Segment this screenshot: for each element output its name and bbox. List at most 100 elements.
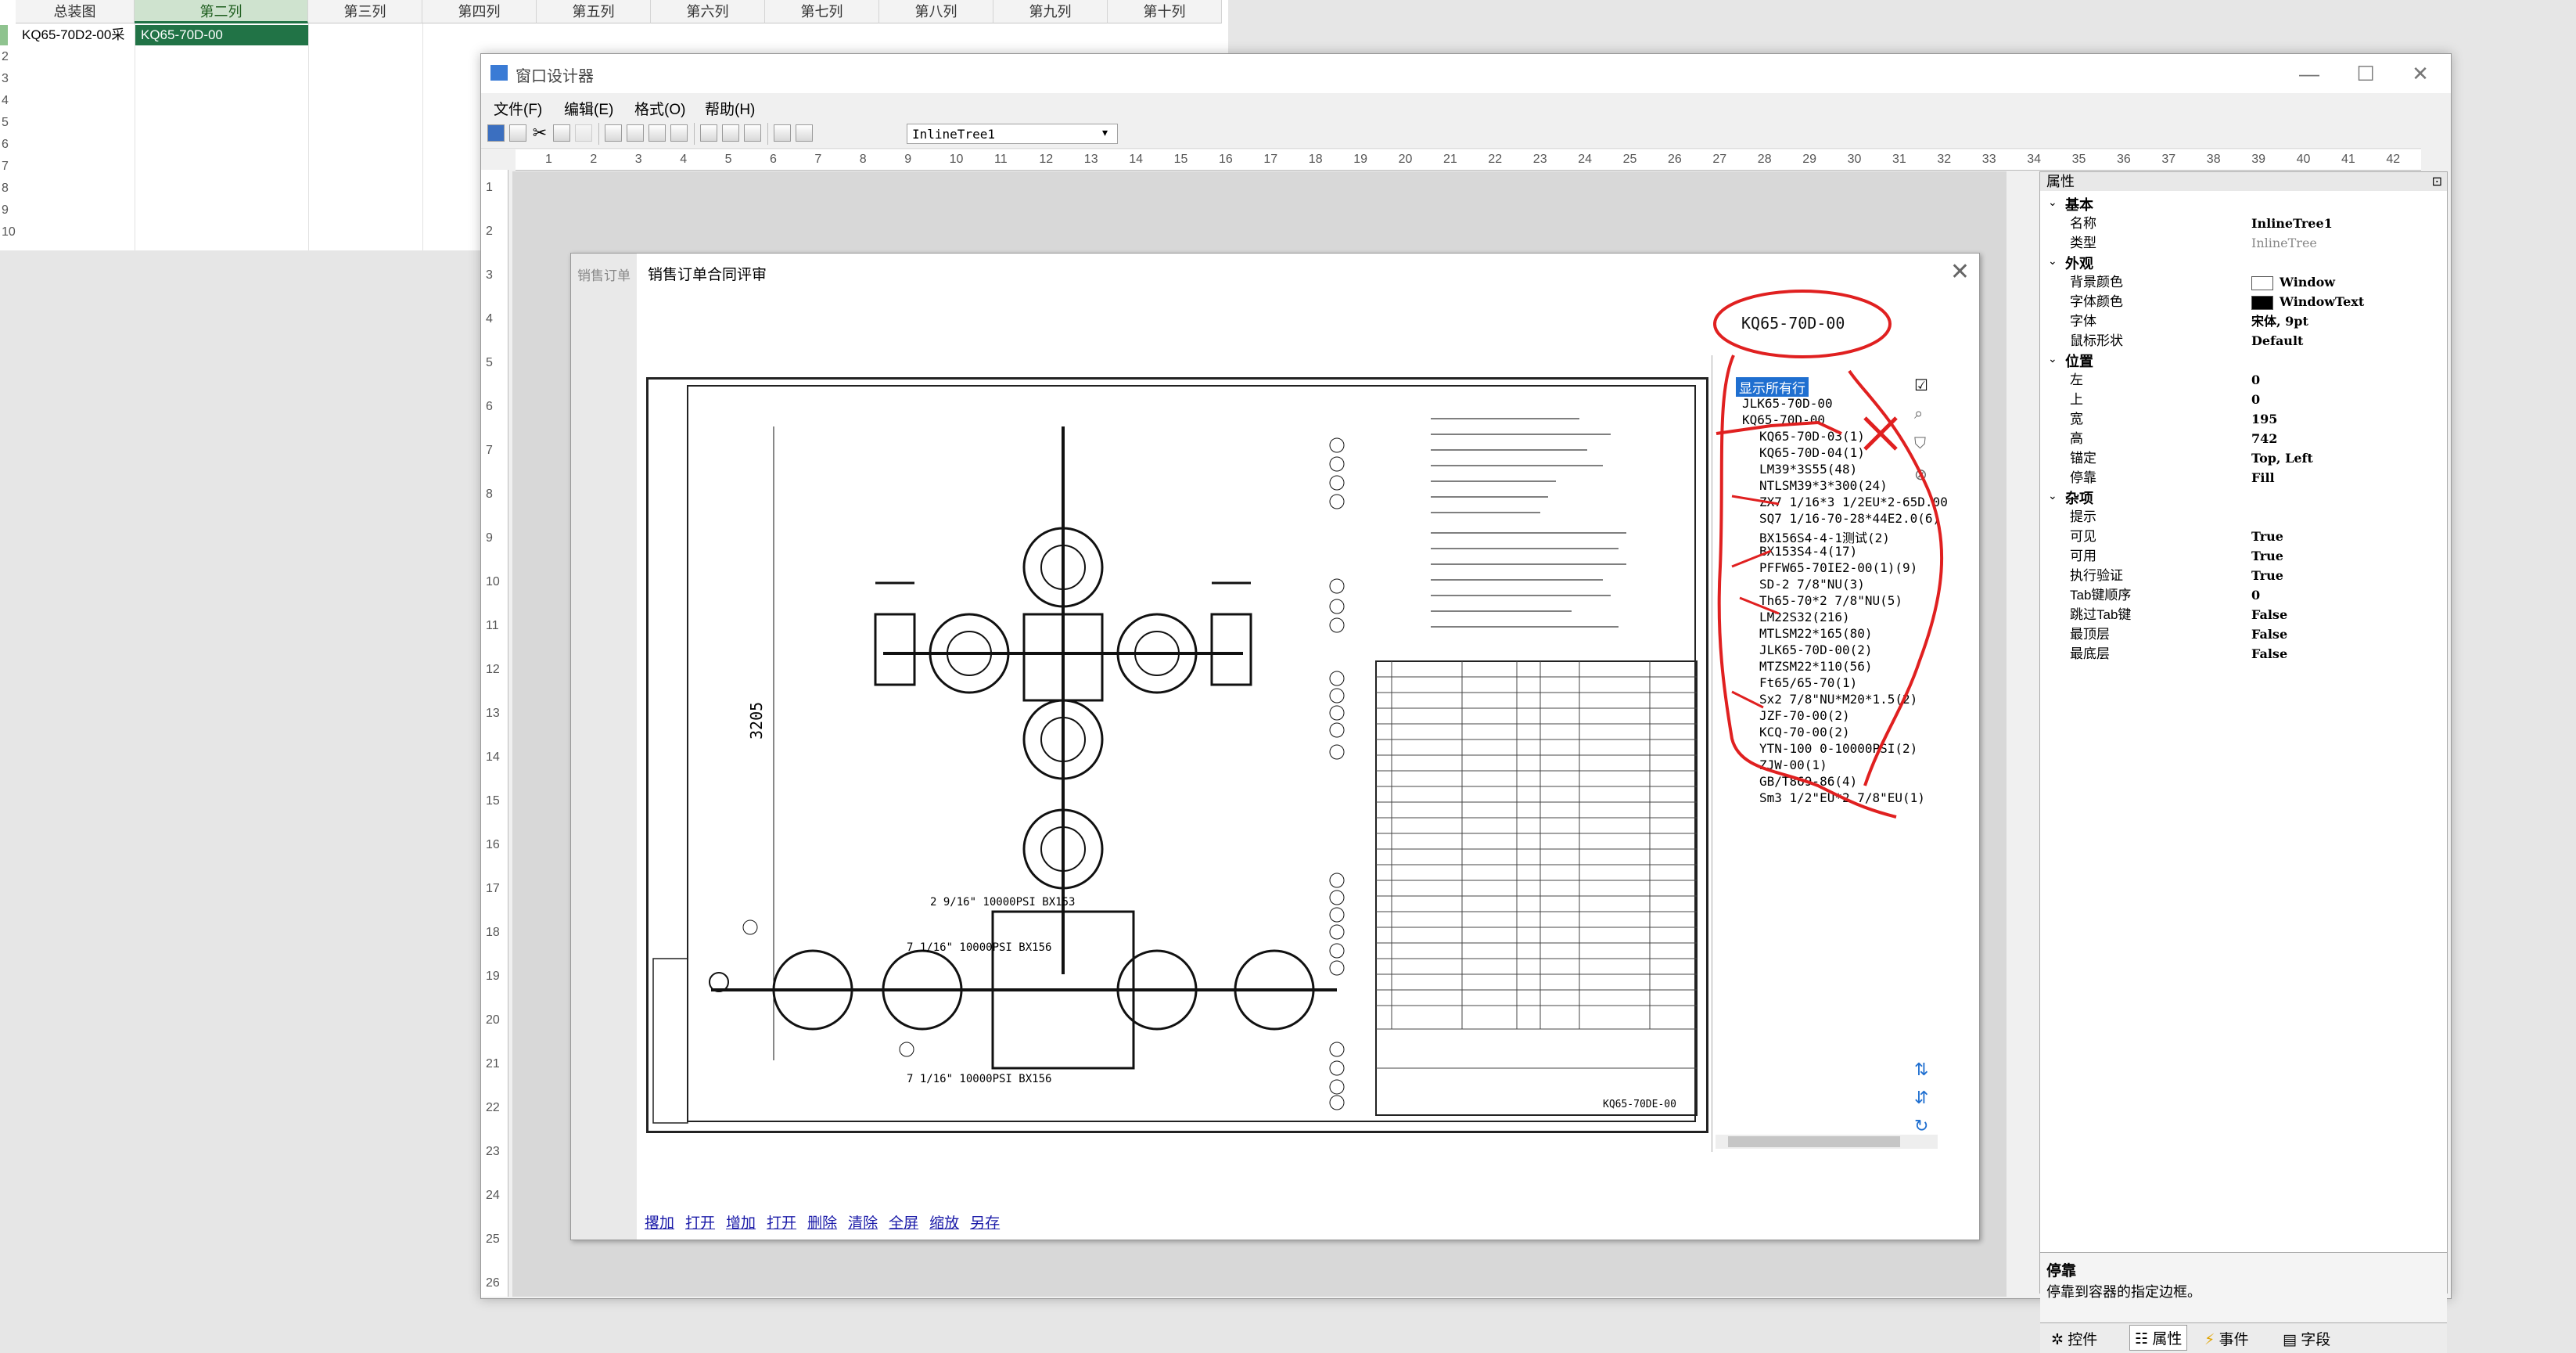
design-canvas[interactable]: 销售订单 销售订单合同评审 ✕ 3205 2 9/16" 10000PSI BX… [512,171,2007,1297]
align-bottom-icon[interactable] [670,124,688,142]
scrollbar-thumb[interactable] [1728,1136,1900,1147]
contract-review-dialog[interactable]: 销售订单合同评审 ✕ 3205 2 9/16" 10000PSI BX153 7… [637,254,1979,1240]
center-horizontal-icon[interactable] [796,124,813,142]
property-value[interactable]: True [2251,527,2283,546]
property-category[interactable]: 位置 [2040,351,2447,370]
paste-icon[interactable] [575,124,592,142]
cell-b1[interactable]: KQ65-70D-00 [135,25,308,45]
column-header[interactable]: 第五列 [537,0,651,23]
same-width-icon[interactable] [700,124,717,142]
row-selector[interactable] [0,25,8,45]
close-button[interactable]: ✕ [2407,60,2434,87]
designed-form[interactable]: 销售订单 销售订单合同评审 ✕ 3205 2 9/16" 10000PSI BX… [570,253,1980,1240]
pin-icon[interactable]: ⊡ [2432,174,2442,189]
collapse-icon[interactable]: ⌄ [2048,254,2057,268]
sort-ascending-icon[interactable]: ⇅ [1914,1060,1928,1080]
property-row[interactable]: 跳过Tab键 False [2040,605,2447,624]
property-row[interactable]: Tab键顺序 0 [2040,585,2447,605]
row-header[interactable]: 3 [0,69,16,89]
collapse-icon[interactable]: ⌄ [2048,196,2057,209]
link-add[interactable]: 增加 [726,1215,756,1232]
sort-descending-icon[interactable]: ⇵ [1914,1088,1928,1108]
column-header[interactable]: 第二列 [135,0,308,23]
property-row[interactable]: 类型 InlineTree [2040,233,2447,253]
column-header[interactable]: 总装图 [16,0,135,23]
property-value[interactable]: Top, Left [2251,448,2313,468]
column-header[interactable]: 第七列 [765,0,879,23]
collapse-icon[interactable]: ⌄ [2048,352,2057,365]
property-row[interactable]: 可见 True [2040,527,2447,546]
property-row[interactable]: 最顶层 False [2040,624,2447,644]
property-row[interactable]: 鼠标形状 Default [2040,331,2447,351]
property-value[interactable]: False [2251,644,2287,664]
link-add-ghost[interactable]: 撂加 [645,1215,674,1232]
link-fullscreen[interactable]: 全屏 [889,1215,918,1232]
cell-a1[interactable]: KQ65-70D2-00采 [16,25,135,45]
link-open-ghost[interactable]: 打开 [685,1215,715,1232]
link-clear[interactable]: 清除 [848,1215,878,1232]
property-value[interactable]: Fill [2251,468,2275,488]
property-value[interactable]: Default [2251,331,2303,351]
property-value[interactable]: InlineTree [2251,233,2317,253]
chevron-down-icon[interactable]: ▾ [1102,126,1108,139]
property-row[interactable]: 名称 InlineTree1 [2040,214,2447,233]
property-row[interactable]: 左0 [2040,370,2447,390]
property-row[interactable]: 最底层 False [2040,644,2447,664]
property-value[interactable]: 0 [2251,370,2260,390]
property-row[interactable]: 背景颜色 Window [2040,272,2447,292]
row-header[interactable]: 7 [0,157,16,177]
align-left-icon[interactable] [605,124,622,142]
row-header[interactable]: 9 [0,200,16,221]
link-open[interactable]: 打开 [767,1215,796,1232]
property-row[interactable]: 字体颜色 WindowText [2040,292,2447,311]
property-row[interactable]: 提示 [2040,507,2447,527]
save-icon[interactable] [487,124,505,142]
property-row[interactable]: 可用 True [2040,546,2447,566]
align-top-icon[interactable] [648,124,666,142]
property-category[interactable]: 杂项 [2040,488,2447,507]
row-header[interactable]: 8 [0,178,16,199]
property-value[interactable]: 0 [2251,390,2260,409]
property-value[interactable]: False [2251,624,2287,644]
property-value[interactable]: True [2251,566,2283,585]
property-category[interactable]: 基本 [2040,194,2447,214]
refresh-icon[interactable]: ↻ [1914,1116,1928,1136]
property-value[interactable]: 742 [2251,429,2277,448]
same-size-icon[interactable] [744,124,761,142]
property-value[interactable]: 195 [2251,409,2277,429]
column-header[interactable]: 第六列 [651,0,765,23]
collapse-icon[interactable]: ⌄ [2048,489,2057,502]
row-header[interactable]: 10 [0,222,16,243]
row-header[interactable]: 5 [0,113,16,133]
column-header[interactable]: 第八列 [879,0,993,23]
control-selector[interactable]: InlineTree1 [907,124,1118,144]
menu-format[interactable]: 格式(O) [634,98,685,119]
row-header[interactable]: 6 [0,135,16,155]
column-header[interactable]: 第四列 [422,0,537,23]
tab-events[interactable]: ⚡ 事件 [2204,1328,2249,1349]
property-row[interactable]: 上0 [2040,390,2447,409]
tab-properties[interactable]: ☷ 属性 [2129,1325,2188,1351]
center-vertical-icon[interactable] [774,124,791,142]
column-header[interactable]: 第三列 [308,0,422,23]
property-value[interactable]: InlineTree1 [2251,214,2333,233]
menu-file[interactable]: 文件(F) [494,98,542,119]
property-row[interactable]: 高 742 [2040,429,2447,448]
cut-icon[interactable]: ✂ [531,124,548,142]
align-right-icon[interactable] [627,124,644,142]
property-row[interactable]: 锚定 Top, Left [2040,448,2447,468]
property-row[interactable]: 宽 195 [2040,409,2447,429]
property-row[interactable]: 停靠 Fill [2040,468,2447,488]
property-value[interactable]: Window [2251,272,2335,292]
link-delete[interactable]: 删除 [807,1215,837,1232]
property-row[interactable]: 字体 宋体, 9pt [2040,311,2447,331]
property-value[interactable]: False [2251,605,2287,624]
property-value[interactable]: True [2251,546,2283,566]
column-header[interactable]: 第九列 [993,0,1108,23]
row-header[interactable]: 2 [0,47,16,67]
same-height-icon[interactable] [722,124,739,142]
maximize-button[interactable]: ☐ [2352,60,2379,87]
property-row[interactable]: 执行验证 True [2040,566,2447,585]
menu-edit[interactable]: 编辑(E) [564,98,613,119]
property-category[interactable]: 外观 [2040,253,2447,272]
